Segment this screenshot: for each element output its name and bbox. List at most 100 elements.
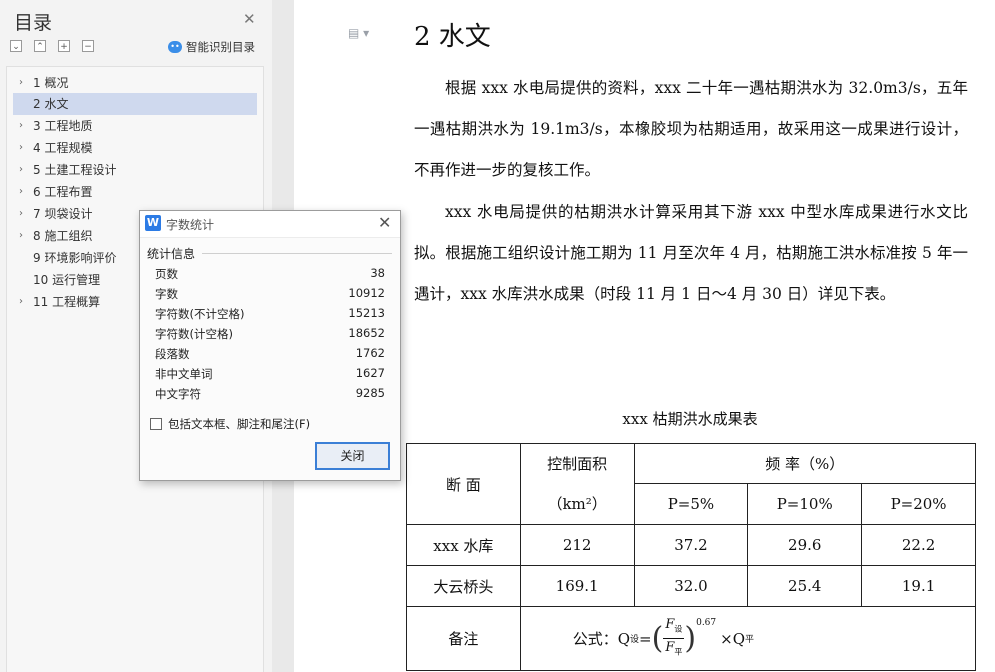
dialog-titlebar[interactable]: W 字数统计 ✕ <box>140 211 400 238</box>
toc-item[interactable]: › 4 工程规模 <box>13 137 257 159</box>
expand-up-icon[interactable]: ⌃ <box>34 40 46 52</box>
chevron-right-icon[interactable]: › <box>19 115 23 137</box>
cell-p20: 19.1 <box>861 565 976 607</box>
toc-item-selected[interactable]: 2 水文 <box>13 93 257 115</box>
stat-value: 38 <box>370 266 385 280</box>
header-frequency: 频 率（%） <box>633 443 977 484</box>
chevron-right-icon[interactable]: › <box>19 225 23 247</box>
chevron-right-icon[interactable]: › <box>19 181 23 203</box>
toc-item[interactable]: › 3 工程地质 <box>13 115 257 137</box>
cell-p20: 22.2 <box>861 524 976 566</box>
stat-row: 非中文单词 1627 <box>155 366 385 386</box>
toc-item[interactable]: › 5 土建工程设计 <box>13 159 257 181</box>
formula-sub: 设 <box>630 635 640 645</box>
formula-exponent: 0.67 <box>696 618 717 629</box>
stat-label: 字符数(不计空格) <box>155 307 245 321</box>
chevron-right-icon[interactable]: › <box>19 159 23 181</box>
stat-row: 页数 38 <box>155 266 385 286</box>
stat-row: 段落数 1762 <box>155 346 385 366</box>
cell-name: xxx 水库 <box>406 524 521 566</box>
toc-item-label: 11 工程概算 <box>33 295 101 309</box>
chevron-right-icon[interactable]: › <box>19 137 23 159</box>
toc-item[interactable]: › 1 概况 <box>13 72 257 94</box>
stat-label: 中文字符 <box>155 387 201 401</box>
header-section: 断 面 <box>406 443 521 525</box>
stat-value: 18652 <box>348 326 385 340</box>
stat-value: 1762 <box>355 346 385 360</box>
toc-item-label: 6 工程布置 <box>33 185 93 199</box>
flood-results-table: 断 面 控制面积 （km²） 频 率（%） P=5% P=10% P=20% xx… <box>406 443 977 671</box>
header-p10: P=10% <box>747 483 863 525</box>
stat-value: 10912 <box>348 286 385 300</box>
formula-sub: 平 <box>745 635 755 645</box>
cell-name: 大云桥头 <box>406 565 521 607</box>
cell-p10: 25.4 <box>747 565 863 607</box>
add-level-icon[interactable]: + <box>58 40 70 52</box>
word-count-dialog: W 字数统计 ✕ 统计信息 页数 38 字数 10912 字符数(不计空格) 1521… <box>139 210 401 481</box>
toc-item-label: 8 施工组织 <box>33 229 93 243</box>
robot-icon: •• <box>168 41 182 53</box>
stat-label: 非中文单词 <box>155 367 213 381</box>
header-p5: P=5% <box>633 483 749 525</box>
toc-item-label: 10 运行管理 <box>33 273 101 287</box>
checkbox-label[interactable]: 包括文本框、脚注和尾注(F) <box>168 416 310 432</box>
page-options-icon[interactable]: ▤ ▾ <box>348 26 369 40</box>
header-area-unit: （km²） <box>547 495 607 513</box>
toc-item-label: 9 环境影响评价 <box>33 251 117 265</box>
cell-p5: 37.2 <box>633 524 749 566</box>
chevron-right-icon[interactable]: › <box>19 72 23 94</box>
cell-area: 169.1 <box>519 565 635 607</box>
remove-level-icon[interactable]: − <box>82 40 94 52</box>
smart-toc-label: 智能识别目录 <box>186 40 255 54</box>
wps-logo-icon: W <box>145 215 161 231</box>
stat-value: 9285 <box>355 386 385 400</box>
chevron-right-icon[interactable]: › <box>19 291 23 313</box>
stat-row: 字数 10912 <box>155 286 385 306</box>
header-area: 控制面积 （km²） <box>519 443 635 525</box>
dialog-title: 字数统计 <box>166 218 215 232</box>
chevron-right-icon[interactable]: › <box>19 203 23 225</box>
cell-p10: 29.6 <box>747 524 863 566</box>
toc-title: 目录 <box>14 12 53 34</box>
cell-area: 212 <box>519 524 635 566</box>
stat-label: 字符数(计空格) <box>155 327 233 341</box>
header-p20: P=20% <box>861 483 976 525</box>
toc-item-label: 7 坝袋设计 <box>33 207 93 221</box>
stat-label: 段落数 <box>155 347 190 361</box>
section-divider <box>202 253 392 254</box>
include-textbox-checkbox[interactable] <box>150 418 162 430</box>
formula-eq: = <box>639 629 652 648</box>
paragraph: xxx 水电局提供的枯期洪水计算采用其下游 xxx 中型水库成果进行水文比拟。根… <box>414 203 968 303</box>
formula-denominator-sub: 平 <box>674 647 683 657</box>
toc-item-label: 4 工程规模 <box>33 141 93 155</box>
toc-item-label: 1 概况 <box>33 76 69 90</box>
remark-formula: 公式：Q 设 = ( F设 F平 ) 0.67 ×Q 平 <box>519 606 977 671</box>
stat-row: 中文字符 9285 <box>155 386 385 406</box>
table-row: 大云桥头 169.1 32.0 25.4 19.1 <box>406 565 976 607</box>
close-icon[interactable]: ✕ <box>378 213 391 232</box>
toc-item-label: 3 工程地质 <box>33 119 93 133</box>
header-area-label: 控制面积 <box>547 455 608 473</box>
toc-item-label: 2 水文 <box>33 97 69 111</box>
toc-item-label: 5 土建工程设计 <box>33 163 117 177</box>
remark-label: 备注 <box>406 606 521 671</box>
table-row: xxx 水库 212 37.2 29.6 22.2 <box>406 524 976 566</box>
stat-label: 页数 <box>155 267 178 281</box>
formula-numerator-sub: 设 <box>674 625 683 634</box>
stat-value: 1627 <box>355 366 385 380</box>
stat-row: 字符数(不计空格) 15213 <box>155 306 385 326</box>
cell-p5: 32.0 <box>633 565 749 607</box>
formula-times: ×Q <box>720 629 746 648</box>
smart-toc-button[interactable]: •• 智能识别目录 <box>168 39 255 55</box>
formula-prefix: 公式：Q <box>572 630 631 648</box>
stat-row: 字符数(计空格) 18652 <box>155 326 385 346</box>
stat-value: 15213 <box>348 306 385 320</box>
stats-section-label: 统计信息 <box>147 247 196 261</box>
close-icon[interactable]: ✕ <box>243 10 256 28</box>
table-title: xxx 枯期洪水成果表 <box>622 410 758 428</box>
collapse-all-icon[interactable]: ⌄ <box>10 40 22 52</box>
close-button[interactable]: 关闭 <box>315 442 390 470</box>
stat-label: 字数 <box>155 287 178 301</box>
paragraph: 根据 xxx 水电局提供的资料，xxx 二十年一遇枯期洪水为 32.0m3/s，… <box>414 79 968 179</box>
toc-item[interactable]: › 6 工程布置 <box>13 181 257 203</box>
